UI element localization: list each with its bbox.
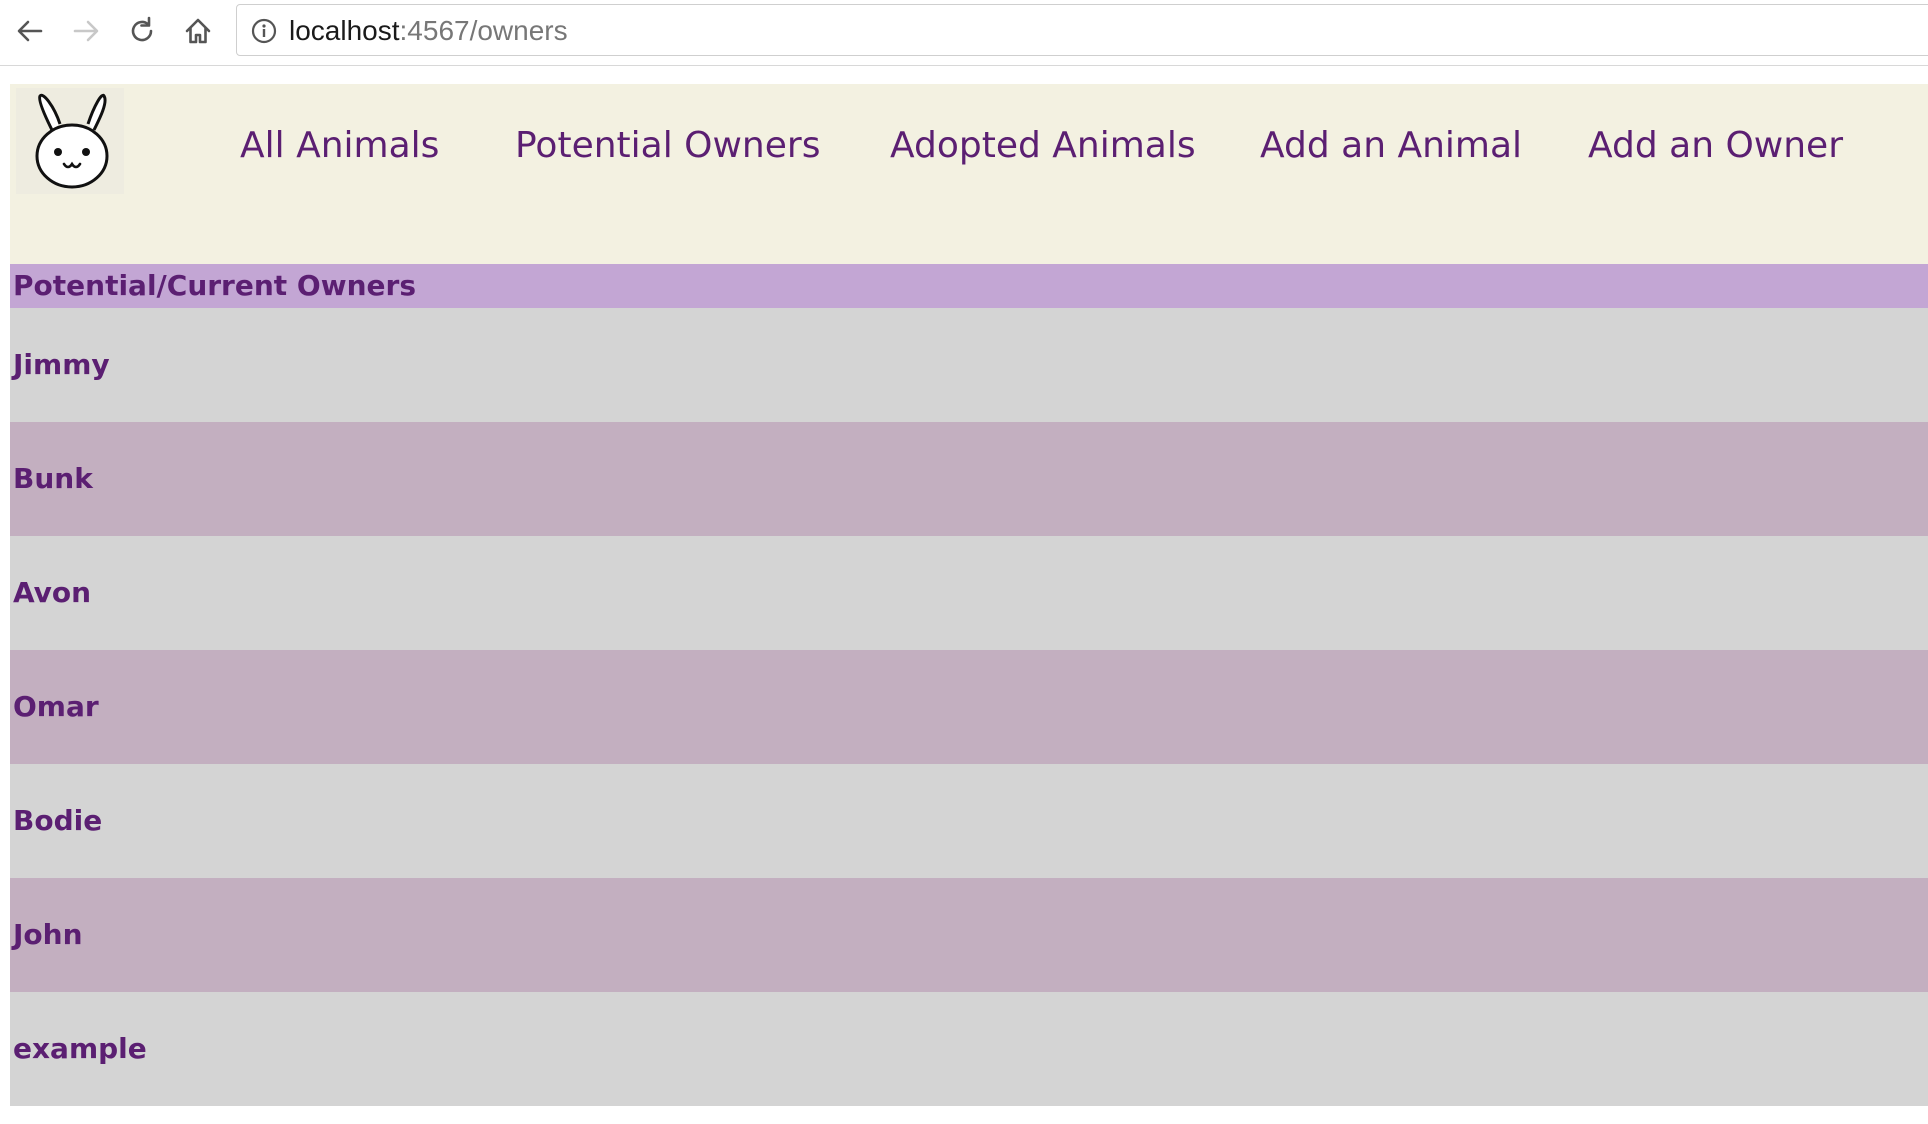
url-text: localhost:4567/owners [289, 14, 568, 48]
site-header: All Animals Potential Owners Adopted Ani… [10, 84, 1928, 264]
home-icon[interactable] [180, 10, 216, 52]
nav-link-add-owner[interactable]: Add an Owner [1588, 124, 1843, 168]
address-bar[interactable]: localhost:4567/owners [236, 4, 1928, 56]
owner-list-item[interactable]: Jimmy [10, 308, 1928, 422]
bunny-logo-icon[interactable] [16, 88, 124, 194]
url-host: localhost [289, 15, 400, 46]
page-content: All Animals Potential Owners Adopted Ani… [10, 84, 1928, 1124]
owner-list-item[interactable]: example [10, 992, 1928, 1106]
owner-list-item[interactable]: Bunk [10, 422, 1928, 536]
nav-link-all-animals[interactable]: All Animals [240, 124, 439, 168]
owner-list-item[interactable]: Avon [10, 536, 1928, 650]
nav-link-potential-owners[interactable]: Potential Owners [515, 124, 820, 168]
reload-icon[interactable] [124, 10, 160, 52]
nav-link-add-animal[interactable]: Add an Animal [1260, 124, 1522, 168]
section-title: Potential/Current Owners [10, 264, 1928, 308]
forward-arrow-icon[interactable] [68, 10, 104, 52]
owner-list: Jimmy Bunk Avon Omar Bodie John example [10, 308, 1928, 1106]
back-arrow-icon[interactable] [12, 10, 48, 52]
owner-list-item[interactable]: Omar [10, 650, 1928, 764]
url-path: :4567/owners [399, 15, 568, 46]
owner-list-item[interactable]: John [10, 878, 1928, 992]
owner-list-item[interactable]: Bodie [10, 764, 1928, 878]
nav-link-adopted-animals[interactable]: Adopted Animals [890, 124, 1196, 168]
info-icon[interactable] [251, 18, 277, 44]
browser-toolbar: localhost:4567/owners [0, 0, 1928, 66]
